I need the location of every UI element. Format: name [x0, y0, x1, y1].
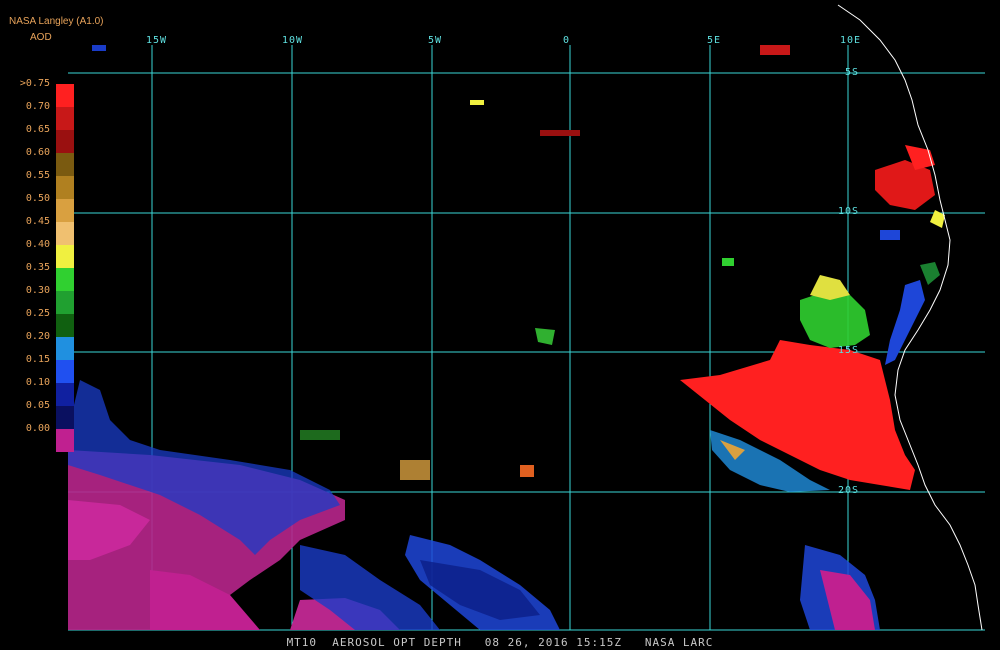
lat-label: 15S — [838, 345, 860, 356]
legend-label: 0.00 — [25, 423, 50, 434]
legend-color-bar — [56, 84, 74, 452]
legend-label: 0.40 — [25, 239, 50, 250]
legend-swatch — [56, 107, 74, 130]
legend-swatch — [56, 222, 74, 245]
lon-label: 0 — [563, 35, 571, 46]
legend-label: 0.05 — [25, 400, 50, 411]
legend-label: 0.20 — [25, 331, 50, 342]
lat-label: 20S — [838, 485, 860, 496]
legend-swatch — [56, 245, 74, 268]
legend-swatch — [56, 360, 74, 383]
legend-label: 0.15 — [25, 354, 50, 365]
legend-swatch — [56, 291, 74, 314]
legend-label: 0.55 — [25, 170, 50, 181]
legend-label: 0.45 — [25, 216, 50, 227]
legend-swatch — [56, 268, 74, 291]
legend-swatch — [56, 130, 74, 153]
legend-swatch — [56, 153, 74, 176]
legend-swatch — [56, 406, 74, 429]
legend-label: 0.70 — [25, 101, 50, 112]
lat-label: 10S — [838, 206, 860, 217]
legend-swatch — [56, 429, 74, 452]
legend-label: 0.35 — [25, 262, 50, 273]
legend-swatch — [56, 199, 74, 222]
legend-label: 0.60 — [25, 147, 50, 158]
lon-label: 10E — [840, 35, 862, 46]
lon-label: 10W — [282, 35, 304, 46]
lon-label: 15W — [146, 35, 168, 46]
aod-map — [68, 4, 985, 631]
legend-swatch — [56, 383, 74, 406]
aod-field-coast-blue — [885, 262, 940, 365]
legend-label: 0.65 — [25, 124, 50, 135]
lat-label: 5S — [845, 67, 860, 78]
legend-swatch — [56, 337, 74, 360]
legend-label: 0.50 — [25, 193, 50, 204]
legend-label: 0.10 — [25, 377, 50, 388]
legend-label: 0.25 — [25, 308, 50, 319]
legend-swatch — [56, 84, 74, 107]
legend-label: 0.30 — [25, 285, 50, 296]
lon-label: 5E — [707, 35, 722, 46]
legend-swatch — [56, 176, 74, 199]
legend-swatch — [56, 314, 74, 337]
legend-label: >0.75 — [19, 78, 50, 89]
legend-labels: >0.75 0.70 0.65 0.60 0.55 0.50 0.45 0.40 0.35 0.3… — [0, 0, 50, 650]
lon-label: 5W — [428, 35, 443, 46]
map-caption: MT10 AEROSOL OPT DEPTH 08 26, 2016 15:15… — [286, 636, 714, 649]
